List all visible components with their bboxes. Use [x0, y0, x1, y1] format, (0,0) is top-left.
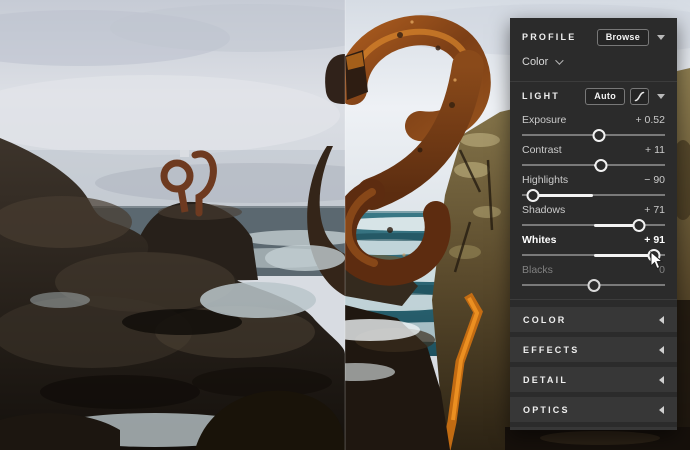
section-bar-optics[interactable]: OPTICS: [510, 397, 677, 422]
tone-curve-icon: [634, 91, 645, 101]
tone-curve-button[interactable]: [630, 87, 649, 105]
chevron-left-icon: [659, 315, 664, 324]
divider: [510, 299, 677, 300]
slider-track[interactable]: [522, 157, 665, 173]
slider-label: Shadows: [522, 204, 566, 216]
chevron-down-icon: [555, 56, 564, 65]
profile-collapse-icon[interactable]: [657, 34, 665, 40]
light-heading: LIGHT: [522, 91, 560, 101]
slider-knob[interactable]: [526, 188, 540, 202]
edit-panel: PROFILE Browse Color LIGHT Auto Exposure…: [510, 18, 677, 430]
slider-track[interactable]: [522, 247, 665, 270]
section-bar-effects[interactable]: EFFECTS: [510, 337, 677, 362]
slider-value: + 91: [644, 234, 665, 246]
collapsed-sections: COLOR EFFECTS DETAIL OPTICS GEOMETRY: [510, 307, 677, 430]
slider-row: Contrast + 11: [522, 143, 665, 173]
section-bar-geometry[interactable]: GEOMETRY: [510, 427, 677, 430]
divider: [510, 81, 677, 82]
slider-track[interactable]: [522, 277, 665, 293]
lightroom-app: PROFILE Browse Color LIGHT Auto Exposure…: [0, 0, 690, 450]
light-sliders: Exposure + 0.52 Contrast + 11 Highlights…: [522, 113, 665, 293]
auto-button[interactable]: Auto: [585, 87, 625, 105]
section-bar-color[interactable]: COLOR: [510, 307, 677, 332]
slider-track[interactable]: [522, 187, 665, 203]
slider-value: + 0.52: [635, 114, 666, 126]
section-label: OPTICS: [523, 404, 570, 415]
slider-row: Blacks 0: [522, 263, 665, 293]
section-bar-detail[interactable]: DETAIL: [510, 367, 677, 392]
slider-row: Shadows + 71: [522, 203, 665, 233]
slider-row: Whites + 91: [522, 233, 665, 270]
before-after-split-line: [344, 0, 346, 450]
chevron-left-icon: [659, 375, 664, 384]
slider-label: Exposure: [522, 114, 567, 126]
slider-knob[interactable]: [592, 128, 606, 142]
slider-row: Exposure + 0.52: [522, 113, 665, 143]
mouse-cursor: [650, 251, 663, 270]
profile-selector[interactable]: Color: [522, 49, 665, 75]
section-label: COLOR: [523, 314, 567, 325]
slider-knob[interactable]: [587, 278, 600, 292]
chevron-left-icon: [659, 345, 664, 354]
slider-track[interactable]: [522, 127, 665, 143]
profile-heading: PROFILE: [522, 32, 577, 42]
slider-row: Highlights − 90: [522, 173, 665, 203]
slider-label: Contrast: [522, 144, 562, 156]
slider-knob[interactable]: [594, 158, 608, 172]
browse-button[interactable]: Browse: [596, 28, 649, 46]
slider-value: + 11: [645, 144, 665, 156]
chevron-left-icon: [659, 405, 664, 414]
slider-value: + 71: [644, 204, 665, 216]
section-label: EFFECTS: [523, 344, 580, 355]
section-label: DETAIL: [523, 374, 569, 385]
slider-value: − 90: [644, 174, 665, 186]
slider-label: Highlights: [522, 174, 569, 186]
profile-selected-value: Color: [522, 56, 549, 68]
slider-label: Whites: [522, 234, 557, 246]
slider-track[interactable]: [522, 217, 665, 233]
slider-knob[interactable]: [632, 218, 646, 232]
light-collapse-icon[interactable]: [657, 93, 665, 99]
slider-label: Blacks: [522, 264, 553, 276]
